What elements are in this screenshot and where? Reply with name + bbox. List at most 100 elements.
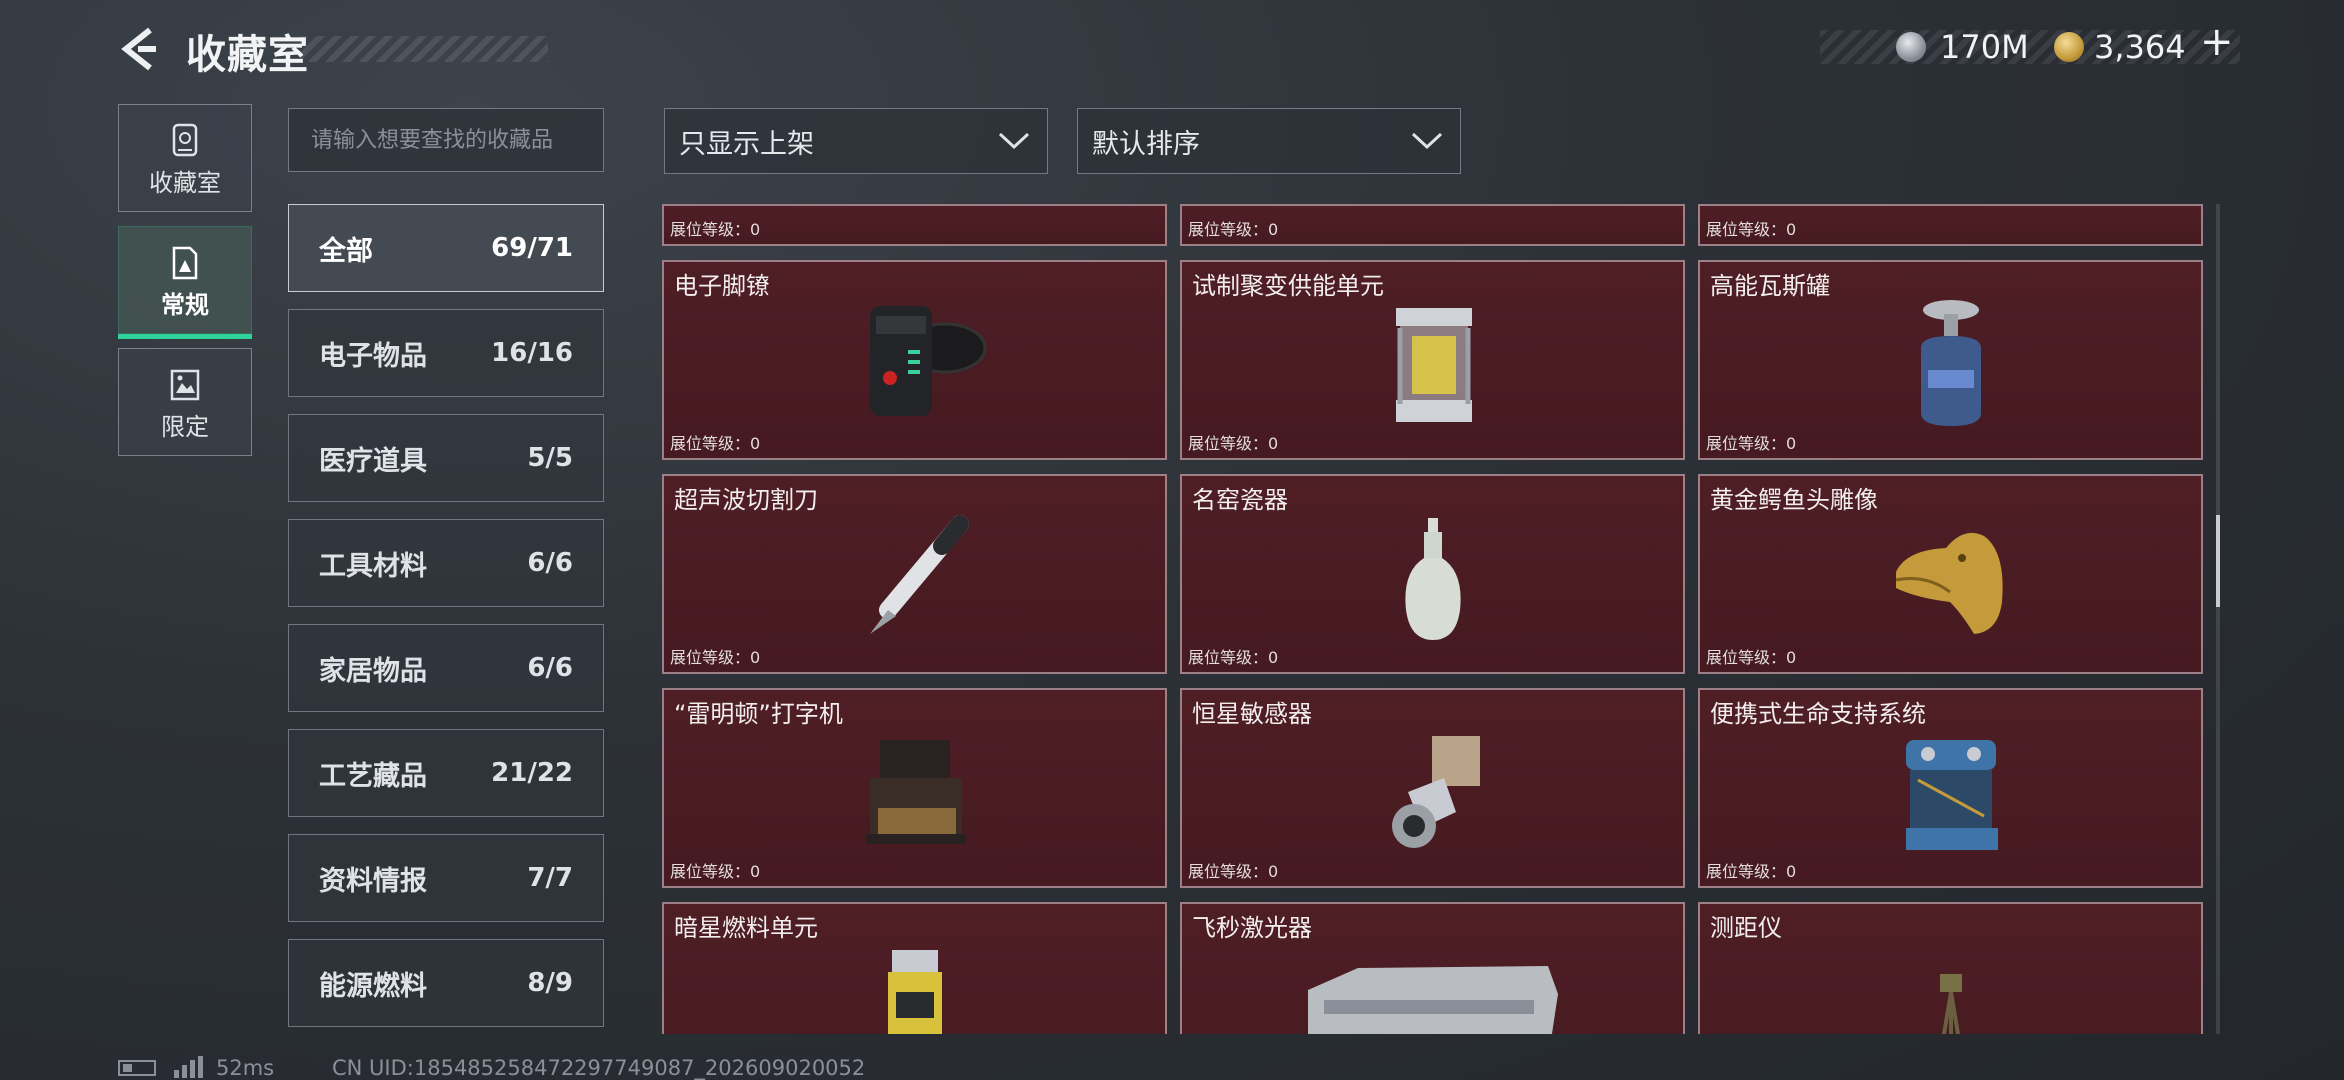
category-count: 16/16 (491, 338, 573, 368)
category-tools[interactable]: 工具材料 6/6 (288, 519, 604, 607)
gold-currency-amount: 3,364 (2094, 28, 2186, 66)
add-currency-button[interactable]: + (2200, 22, 2234, 62)
category-count: 5/5 (527, 443, 573, 473)
collection-card[interactable]: 飞秒激光器 (1180, 902, 1685, 1034)
mode-tab-label: 限定 (161, 413, 209, 441)
collection-card[interactable]: 试制聚变供能单元 展位等级：0 (1180, 260, 1685, 460)
limited-icon (170, 369, 200, 401)
booth-level: 展位等级：0 (1706, 648, 1797, 667)
chevron-down-icon (998, 132, 1030, 150)
item-name: 测距仪 (1710, 914, 1782, 942)
collection-card[interactable]: 黄金鳄鱼头雕像 展位等级：0 (1698, 474, 2203, 674)
category-intel[interactable]: 资料情报 7/7 (288, 834, 604, 922)
ping-readout: 52ms (216, 1056, 275, 1080)
category-count: 21/22 (491, 758, 573, 788)
category-label: 能源燃料 (319, 970, 427, 1002)
booth-level: 展位等级：0 (670, 862, 761, 881)
battery-icon (118, 1060, 156, 1076)
sort-dropdown[interactable]: 默认排序 (1077, 108, 1461, 174)
category-electronics[interactable]: 电子物品 16/16 (288, 309, 604, 397)
collection-room-icon (172, 123, 198, 157)
item-name: 黄金鳄鱼头雕像 (1710, 486, 1878, 514)
booth-level: 展位等级：0 (1706, 220, 1797, 239)
porcelain-vase-icon (1404, 518, 1461, 640)
booth-level: 展位等级：0 (1706, 862, 1797, 881)
booth-level: 展位等级：0 (1188, 648, 1279, 667)
collection-card[interactable]: 展位等级：0 (1698, 204, 2203, 246)
silver-coin-icon (1896, 32, 1926, 62)
rangefinder-icon (1939, 974, 1962, 1034)
category-label: 工具材料 (319, 550, 427, 582)
collection-card[interactable]: 高能瓦斯罐 展位等级：0 (1698, 260, 2203, 460)
mode-tab-label: 收藏室 (149, 169, 221, 197)
femtosecond-laser-icon (1307, 966, 1558, 1034)
item-name: “雷明顿”打字机 (674, 700, 843, 728)
item-name: 电子脚镣 (674, 272, 770, 300)
category-all[interactable]: 全部 69/71 (288, 204, 604, 292)
item-name: 恒星敏感器 (1192, 700, 1312, 728)
category-label: 家居物品 (319, 655, 427, 687)
user-uid: CN UID:185485258472297749087_20260902005… (332, 1056, 866, 1080)
silver-currency-amount: 170M (1940, 28, 2029, 66)
category-label: 医疗道具 (319, 445, 427, 477)
star-sensor-icon (1391, 736, 1480, 848)
grid-scrollbar-thumb[interactable] (2216, 515, 2220, 607)
booth-level: 展位等级：0 (670, 220, 761, 239)
sort-dropdown-value: 默认排序 (1092, 128, 1200, 160)
item-name: 名窑瓷器 (1192, 486, 1288, 514)
booth-level: 展位等级：0 (1706, 434, 1797, 453)
mode-tab-collection-room[interactable]: 收藏室 (118, 104, 252, 212)
category-label: 电子物品 (319, 340, 427, 372)
signal-icon (174, 1056, 203, 1078)
filter-dropdown-value: 只显示上架 (679, 128, 814, 160)
mode-tab-limited[interactable]: 限定 (118, 348, 252, 456)
back-arrow-icon[interactable] (118, 24, 158, 74)
regular-icon (172, 246, 198, 280)
collection-card[interactable]: 展位等级：0 (662, 204, 1167, 246)
electronic-shackle-icon (869, 306, 986, 416)
category-label: 资料情报 (319, 865, 427, 897)
booth-level: 展位等级：0 (1188, 434, 1279, 453)
collection-card[interactable]: “雷明顿”打字机 展位等级：0 (662, 688, 1167, 888)
booth-level: 展位等级：0 (1188, 862, 1279, 881)
category-crafts[interactable]: 工艺藏品 21/22 (288, 729, 604, 817)
title-decoration (300, 36, 548, 62)
golden-crocodile-head-icon (1895, 532, 2003, 634)
category-count: 6/6 (527, 653, 573, 683)
item-name: 暗星燃料单元 (674, 914, 818, 942)
life-support-system-icon (1905, 740, 1998, 850)
ultrasonic-cutter-icon (869, 515, 969, 634)
booth-level: 展位等级：0 (1188, 220, 1279, 239)
collection-card[interactable]: 超声波切割刀 展位等级：0 (662, 474, 1167, 674)
category-medical[interactable]: 医疗道具 5/5 (288, 414, 604, 502)
category-label: 工艺藏品 (319, 760, 427, 792)
page-title: 收藏室 (186, 32, 309, 78)
category-count: 6/6 (527, 548, 573, 578)
fuel-cell-icon (887, 950, 942, 1034)
typewriter-icon (865, 740, 966, 844)
fusion-power-unit-icon (1395, 308, 1472, 422)
chevron-down-icon (1411, 132, 1443, 150)
category-count: 69/71 (491, 233, 573, 263)
category-count: 7/7 (527, 863, 573, 893)
search-input[interactable] (288, 108, 604, 172)
category-count: 8/9 (527, 968, 573, 998)
collection-card[interactable]: 测距仪 (1698, 902, 2203, 1034)
gas-canister-icon (1920, 300, 1981, 426)
item-name: 超声波切割刀 (674, 486, 818, 514)
mode-tab-regular[interactable]: 常规 (118, 226, 252, 339)
grid-scrollbar[interactable] (2216, 204, 2220, 1034)
collection-card[interactable]: 暗星燃料单元 (662, 902, 1167, 1034)
category-label: 全部 (319, 235, 373, 267)
collection-grid[interactable]: 展位等级：0 展位等级：0 展位等级：0 电子脚镣 展位等级：0 试制聚变供能单… (662, 204, 2208, 1034)
collection-card[interactable]: 展位等级：0 (1180, 204, 1685, 246)
filter-dropdown[interactable]: 只显示上架 (664, 108, 1048, 174)
gold-coin-icon (2054, 32, 2084, 62)
collection-card[interactable]: 电子脚镣 展位等级：0 (662, 260, 1167, 460)
collection-card[interactable]: 名窑瓷器 展位等级：0 (1180, 474, 1685, 674)
category-household[interactable]: 家居物品 6/6 (288, 624, 604, 712)
category-energy[interactable]: 能源燃料 8/9 (288, 939, 604, 1027)
collection-card[interactable]: 恒星敏感器 展位等级：0 (1180, 688, 1685, 888)
booth-level: 展位等级：0 (670, 648, 761, 667)
collection-card[interactable]: 便携式生命支持系统 展位等级：0 (1698, 688, 2203, 888)
